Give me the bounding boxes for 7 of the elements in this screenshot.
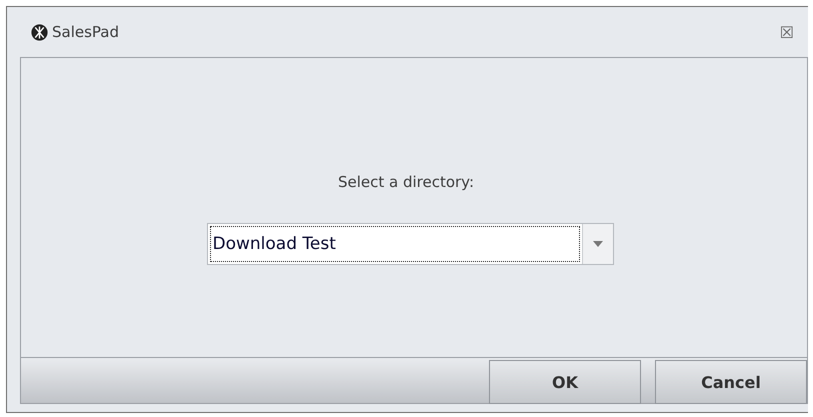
prompt-label: Select a directory:: [338, 173, 474, 191]
ok-button[interactable]: OK: [489, 360, 641, 404]
close-button[interactable]: ☒: [780, 22, 794, 42]
window-title: SalesPad: [52, 23, 120, 41]
directory-dropdown[interactable]: Download Test: [206, 223, 614, 265]
cancel-button[interactable]: Cancel: [655, 360, 807, 404]
logo-icon: [31, 24, 48, 40]
